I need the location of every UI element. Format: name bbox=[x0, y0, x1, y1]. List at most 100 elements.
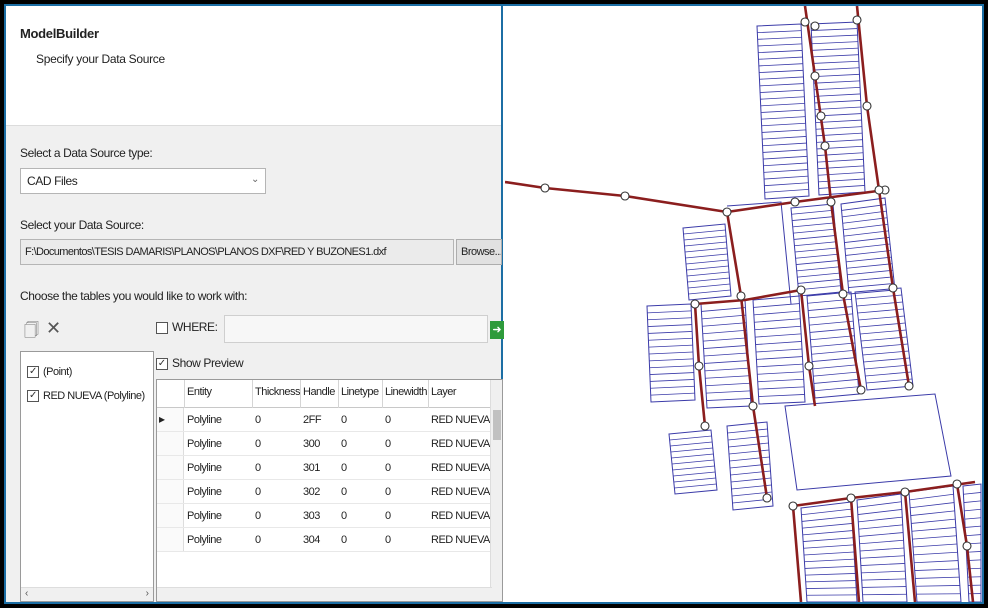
row-header[interactable]: ▸ bbox=[157, 408, 184, 431]
screenshot-frame: ModelBuilder Specify your Data Source Se… bbox=[4, 4, 984, 604]
grid-cell[interactable]: Polyline bbox=[185, 480, 253, 504]
grid-cell[interactable]: 300 bbox=[301, 432, 339, 456]
table-row[interactable]: Polyline 0 300 0 0 RED NUEVA bbox=[157, 432, 492, 456]
manhole-marker bbox=[962, 541, 972, 551]
copy-icon[interactable]: 🗍 bbox=[24, 320, 39, 345]
grid-cell[interactable]: Polyline bbox=[185, 504, 253, 528]
apply-arrow-icon[interactable]: ➜ bbox=[490, 321, 504, 339]
grid-cell[interactable]: 0 bbox=[253, 528, 301, 552]
column-header[interactable]: Linewidth bbox=[383, 380, 429, 408]
preview-grid: Entity Thickness Handle Linetype Linewid… bbox=[156, 379, 503, 602]
grid-cell[interactable]: 0 bbox=[339, 504, 383, 528]
grid-cell[interactable]: 0 bbox=[339, 432, 383, 456]
list-item[interactable]: ✓ RED NUEVA (Polyline) bbox=[27, 390, 145, 403]
sewer-pipe bbox=[792, 480, 976, 508]
where-checkbox[interactable] bbox=[156, 322, 168, 334]
grid-cell[interactable]: 0 bbox=[253, 408, 301, 432]
column-header[interactable]: Linetype bbox=[339, 380, 383, 408]
source-type-value: CAD Files bbox=[27, 174, 78, 188]
grid-cell[interactable]: 0 bbox=[383, 408, 429, 432]
show-preview-checkbox[interactable]: ✓ bbox=[156, 358, 168, 370]
grid-cell[interactable]: 0 bbox=[383, 504, 429, 528]
column-header[interactable]: Handle bbox=[301, 380, 339, 408]
manhole-marker bbox=[900, 487, 910, 497]
manhole-marker bbox=[804, 361, 814, 371]
manhole-marker bbox=[800, 17, 810, 27]
grid-cell[interactable]: Polyline bbox=[185, 456, 253, 480]
tables-list-hscrollbar[interactable]: ‹ › bbox=[21, 587, 153, 601]
column-header[interactable]: Thickness bbox=[253, 380, 301, 408]
grid-hscrollbar[interactable] bbox=[157, 587, 492, 601]
grid-cell[interactable]: 0 bbox=[339, 408, 383, 432]
browse-button[interactable]: Browse... bbox=[456, 239, 502, 265]
manhole-marker bbox=[790, 197, 800, 207]
grid-cell[interactable]: RED NUEVA bbox=[429, 504, 492, 528]
grid-cell[interactable]: 0 bbox=[383, 456, 429, 480]
grid-cell[interactable]: 0 bbox=[339, 480, 383, 504]
manhole-marker bbox=[838, 289, 848, 299]
grid-cell[interactable]: 0 bbox=[339, 456, 383, 480]
grid-cell[interactable]: RED NUEVA bbox=[429, 456, 492, 480]
table-row[interactable]: ▸ Polyline 0 2FF 0 0 RED NUEVA bbox=[157, 408, 492, 432]
data-source-label: Select your Data Source: bbox=[20, 218, 144, 232]
table-row[interactable]: Polyline 0 301 0 0 RED NUEVA bbox=[157, 456, 492, 480]
sewer-pipe bbox=[725, 211, 769, 499]
column-header[interactable]: Entity bbox=[185, 380, 253, 408]
table-row[interactable]: Polyline 0 302 0 0 RED NUEVA bbox=[157, 480, 492, 504]
data-source-path-field[interactable]: F:\Documentos\TESIS DAMARIS\PLANOS\PLANO… bbox=[20, 239, 454, 265]
sewer-pipe bbox=[791, 505, 803, 602]
grid-cell[interactable]: 301 bbox=[301, 456, 339, 480]
cad-drawing-view[interactable] bbox=[504, 6, 982, 602]
grid-header: Entity Thickness Handle Linetype Linewid… bbox=[157, 380, 492, 408]
manhole-marker bbox=[700, 421, 710, 431]
grid-cell[interactable]: RED NUEVA bbox=[429, 408, 492, 432]
row-header[interactable] bbox=[157, 504, 184, 527]
scroll-thumb[interactable] bbox=[493, 410, 501, 440]
manhole-marker bbox=[852, 15, 862, 25]
where-input[interactable] bbox=[224, 315, 488, 343]
grid-cell[interactable]: 0 bbox=[253, 480, 301, 504]
grid-cell[interactable]: Polyline bbox=[185, 432, 253, 456]
grid-cell[interactable]: RED NUEVA bbox=[429, 528, 492, 552]
manhole-marker bbox=[856, 385, 866, 395]
row-header[interactable] bbox=[157, 432, 184, 455]
grid-vscrollbar[interactable] bbox=[490, 380, 502, 601]
grid-cell[interactable]: 0 bbox=[253, 456, 301, 480]
source-type-select[interactable]: CAD Files ⌄ bbox=[20, 168, 266, 194]
grid-cell[interactable]: 0 bbox=[253, 504, 301, 528]
dialog-header: ModelBuilder Specify your Data Source bbox=[6, 6, 501, 126]
column-header[interactable]: Layer bbox=[429, 380, 492, 408]
manhole-marker bbox=[810, 21, 820, 31]
scroll-right-icon[interactable]: › bbox=[146, 588, 149, 599]
grid-cell[interactable]: 0 bbox=[383, 480, 429, 504]
grid-cell[interactable]: Polyline bbox=[185, 528, 253, 552]
tables-list: ✓ (Point) ✓ RED NUEVA (Polyline) ‹ › bbox=[20, 351, 154, 602]
grid-cell[interactable]: Polyline bbox=[185, 408, 253, 432]
grid-cell[interactable]: 304 bbox=[301, 528, 339, 552]
delete-icon[interactable]: ✕ bbox=[46, 318, 61, 339]
checkbox-icon[interactable]: ✓ bbox=[27, 366, 39, 379]
checkbox-icon[interactable]: ✓ bbox=[27, 390, 39, 403]
row-header[interactable] bbox=[157, 528, 184, 551]
parcel-block bbox=[784, 393, 952, 491]
grid-cell[interactable]: 0 bbox=[383, 432, 429, 456]
scroll-left-icon[interactable]: ‹ bbox=[25, 588, 28, 599]
table-row[interactable]: Polyline 0 304 0 0 RED NUEVA bbox=[157, 528, 492, 552]
grid-cell[interactable]: 2FF bbox=[301, 408, 339, 432]
manhole-marker bbox=[888, 283, 898, 293]
grid-cell[interactable]: 0 bbox=[339, 528, 383, 552]
list-item[interactable]: ✓ (Point) bbox=[27, 366, 72, 379]
manhole-marker bbox=[810, 71, 820, 81]
manhole-marker bbox=[694, 361, 704, 371]
manhole-marker bbox=[762, 493, 772, 503]
row-header[interactable] bbox=[157, 456, 184, 479]
grid-cell[interactable]: 0 bbox=[253, 432, 301, 456]
grid-cell[interactable]: 302 bbox=[301, 480, 339, 504]
grid-cell[interactable]: 0 bbox=[383, 528, 429, 552]
grid-cell[interactable]: 303 bbox=[301, 504, 339, 528]
row-header[interactable] bbox=[157, 480, 184, 503]
table-row[interactable]: Polyline 0 303 0 0 RED NUEVA bbox=[157, 504, 492, 528]
grid-cell[interactable]: RED NUEVA bbox=[429, 480, 492, 504]
grid-cell[interactable]: RED NUEVA bbox=[429, 432, 492, 456]
manhole-marker bbox=[874, 185, 884, 195]
